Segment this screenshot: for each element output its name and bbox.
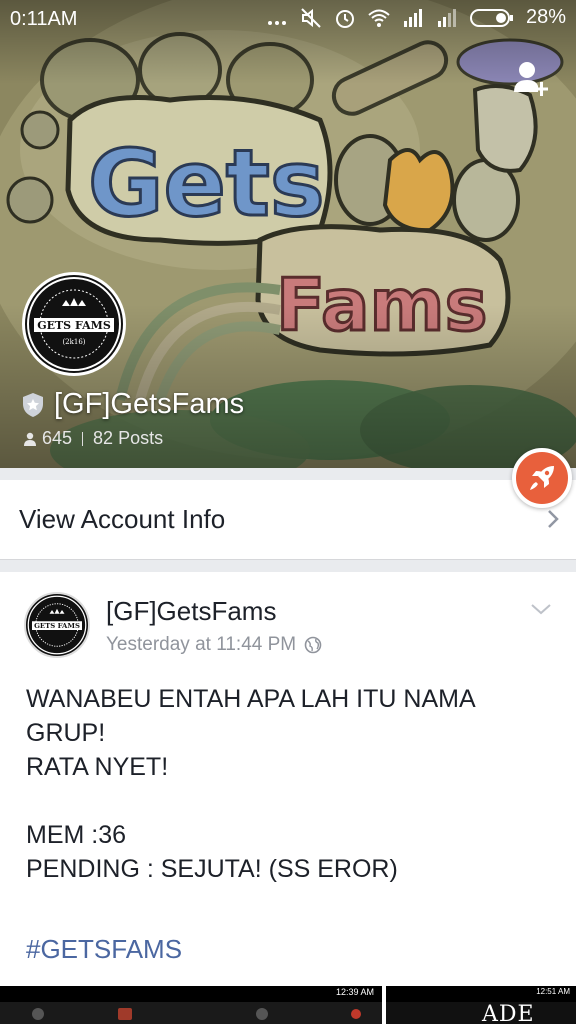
boost-button[interactable] [512,448,572,508]
status-icons: 28% [266,6,566,29]
person-icon [24,432,36,446]
chevron-down-icon[interactable] [530,602,552,616]
status-bar: 0:11AM 28% [0,0,576,40]
post-line [26,784,556,818]
post-line: PENDING : SEJUTA! (SS EROR) [26,855,398,883]
thumbnail-1-time: 12:39 AM [335,987,374,997]
status-time: 0:11AM [10,8,78,30]
view-account-info-label: View Account Info [19,504,226,534]
post-line: RATA NYET! [26,753,169,781]
post-line: MEM :36 [26,821,127,849]
thumbnail-2-time: 12:51 AM [536,987,570,996]
gets-fams-logo-small: GETS FAMS [27,595,87,655]
attachment-thumbnail-1[interactable]: 12:39 AM [0,986,382,1024]
svg-text:GETS FAMS: GETS FAMS [34,622,80,630]
post-card: GETS FAMS [GF]GetsFams Yesterday at 11:4… [0,572,576,992]
post-hashtag-link[interactable]: #GETSFAMS [26,934,182,965]
signal-icon [403,8,422,27]
post-author-avatar[interactable]: GETS FAMS [24,592,90,658]
thumbnail-status-bar: 12:51 AM [386,986,576,1002]
globe-icon [304,636,322,654]
thumbnail-status-bar: 12:39 AM [0,986,382,1002]
post-meta: Yesterday at 11:44 PM [106,634,322,656]
more-dots-icon [267,20,286,25]
thumbnail-2-text: ADE [482,1002,535,1024]
svg-text:GETS FAMS: GETS FAMS [37,319,111,332]
post-line: WANABEU ENTAH APA LAH ITU NAMA [26,685,476,713]
battery-level: 28% [525,6,566,28]
gets-fams-logo: GETS FAMS (2k16) [27,277,121,371]
post-body: WANABEU ENTAH APA LAH ITU NAMA GRUP! RAT… [26,682,556,886]
attachment-thumbnail-2[interactable]: 12:51 AM ADE [386,986,576,1024]
group-title-row: [GF]GetsFams [22,388,244,421]
mute-icon [301,7,321,28]
signal-2-icon [437,8,456,27]
chevron-right-icon [548,510,559,528]
thumbnail-1-nav [32,1008,361,1020]
shield-icon [23,392,43,417]
post-author-name[interactable]: [GF]GetsFams [106,596,276,627]
rocket-icon [530,466,554,490]
svg-text:(2k16): (2k16) [62,338,85,346]
stats-divider [82,431,84,446]
battery-icon [469,8,513,27]
post-count[interactable]: 82 Posts [93,428,163,449]
post-timestamp[interactable]: Yesterday at 11:44 PM [106,634,296,656]
wifi-icon [368,9,390,27]
member-count[interactable]: 645 [42,428,72,449]
group-name: [GF]GetsFams [54,388,245,420]
post-line: GRUP! [26,719,106,747]
group-logo[interactable]: GETS FAMS (2k16) [22,272,126,376]
view-account-info-row[interactable]: View Account Info [0,480,576,560]
alarm-icon [335,9,354,28]
group-stats: 645 82 Posts [24,428,163,449]
post-attachments: 12:39 AM 12:51 AM ADE [0,986,576,1024]
add-friend-icon[interactable] [512,60,550,98]
